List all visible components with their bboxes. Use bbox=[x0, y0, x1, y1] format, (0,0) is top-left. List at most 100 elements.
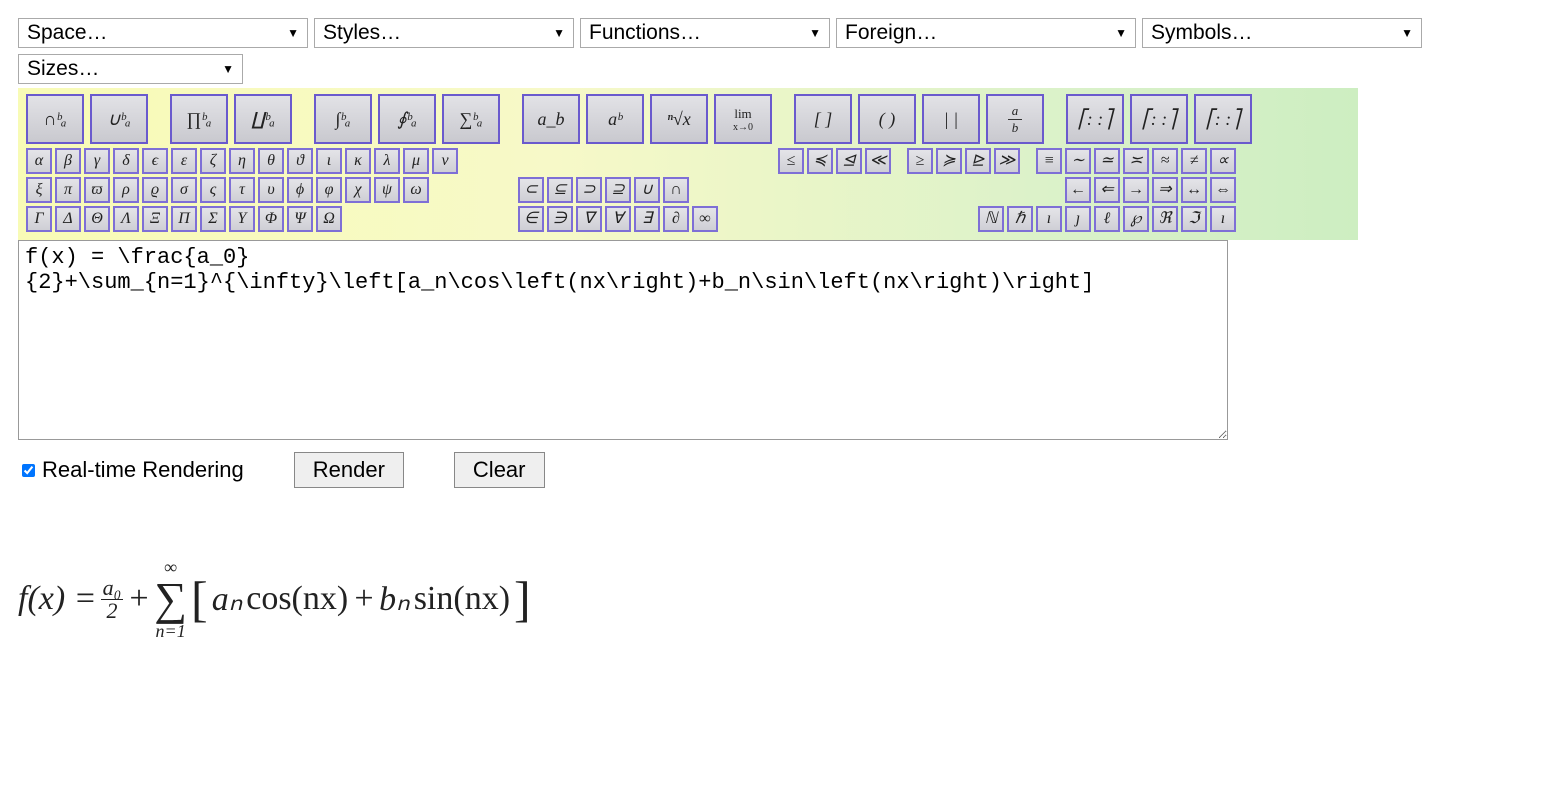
arrow-button-1[interactable]: ⇐ bbox=[1094, 177, 1120, 203]
arrow-button-3[interactable]: ⇒ bbox=[1152, 177, 1178, 203]
greek-uc-button-1[interactable]: Δ bbox=[55, 206, 81, 232]
greek-lc-button-8[interactable]: υ bbox=[258, 177, 284, 203]
arrow-button-4[interactable]: ↔ bbox=[1181, 177, 1207, 203]
greek-lc-button-7[interactable]: η bbox=[229, 148, 255, 174]
bars-button[interactable]: | | bbox=[922, 94, 980, 144]
lim-button[interactable]: limx→0 bbox=[714, 94, 772, 144]
greek-lc-button-5[interactable]: σ bbox=[171, 177, 197, 203]
greek-lc-button-14[interactable]: ν bbox=[432, 148, 458, 174]
arrow-button-2[interactable]: → bbox=[1123, 177, 1149, 203]
special-button-0[interactable]: ℕ bbox=[978, 206, 1004, 232]
rel-eq-button-6[interactable]: ∝ bbox=[1210, 148, 1236, 174]
special-button-5[interactable]: ℘ bbox=[1123, 206, 1149, 232]
rel-eq-button-3[interactable]: ≍ bbox=[1123, 148, 1149, 174]
greek-uc-button-4[interactable]: Ξ bbox=[142, 206, 168, 232]
greek-lc-button-3[interactable]: ρ bbox=[113, 177, 139, 203]
matrix2-button[interactable]: ⎡: :⎤ bbox=[1130, 94, 1188, 144]
elem-button-2[interactable]: ∇ bbox=[576, 206, 602, 232]
rel-eq-button-5[interactable]: ≠ bbox=[1181, 148, 1207, 174]
subscript-button[interactable]: a_b bbox=[522, 94, 580, 144]
greek-lc-button-3[interactable]: δ bbox=[113, 148, 139, 174]
greek-lc-button-10[interactable]: ι bbox=[316, 148, 342, 174]
greek-lc-button-11[interactable]: κ bbox=[345, 148, 371, 174]
greek-lc-button-1[interactable]: π bbox=[55, 177, 81, 203]
greek-lc-button-9[interactable]: ϕ bbox=[287, 177, 313, 203]
rel-eq-button-1[interactable]: ∼ bbox=[1065, 148, 1091, 174]
greek-lc-button-2[interactable]: ϖ bbox=[84, 177, 110, 203]
elem-button-3[interactable]: ∀ bbox=[605, 206, 631, 232]
functions-dropdown[interactable]: Functions… ▼ bbox=[580, 18, 830, 48]
greek-uc-button-8[interactable]: Φ bbox=[258, 206, 284, 232]
matrix3-button[interactable]: ⎡: :⎤ bbox=[1194, 94, 1252, 144]
rel-le-button-2[interactable]: ⊴ bbox=[836, 148, 862, 174]
greek-uc-button-10[interactable]: Ω bbox=[316, 206, 342, 232]
greek-uc-button-3[interactable]: Λ bbox=[113, 206, 139, 232]
greek-lc-button-0[interactable]: α bbox=[26, 148, 52, 174]
rel-eq-button-0[interactable]: ≡ bbox=[1036, 148, 1062, 174]
elem-button-4[interactable]: ∃ bbox=[634, 206, 660, 232]
greek-lc-button-12[interactable]: ψ bbox=[374, 177, 400, 203]
greek-uc-button-2[interactable]: Θ bbox=[84, 206, 110, 232]
rel-le-button-3[interactable]: ≪ bbox=[865, 148, 891, 174]
elem-button-6[interactable]: ∞ bbox=[692, 206, 718, 232]
prod-button[interactable]: ∏ᵇₐ bbox=[170, 94, 228, 144]
arrow-button-5[interactable]: ⇔ bbox=[1210, 177, 1236, 203]
clear-button[interactable]: Clear bbox=[454, 452, 545, 488]
greek-uc-button-5[interactable]: Π bbox=[171, 206, 197, 232]
set-button-4[interactable]: ∪ bbox=[634, 177, 660, 203]
render-button[interactable]: Render bbox=[294, 452, 404, 488]
special-button-1[interactable]: ℏ bbox=[1007, 206, 1033, 232]
rel-eq-button-2[interactable]: ≃ bbox=[1094, 148, 1120, 174]
root-button[interactable]: ⁿ√x bbox=[650, 94, 708, 144]
superscript-button[interactable]: aᵇ bbox=[586, 94, 644, 144]
special-button-8[interactable]: ı bbox=[1210, 206, 1236, 232]
rel-eq-button-4[interactable]: ≈ bbox=[1152, 148, 1178, 174]
special-button-6[interactable]: ℜ bbox=[1152, 206, 1178, 232]
int-button[interactable]: ∫ᵇₐ bbox=[314, 94, 372, 144]
set-button-2[interactable]: ⊃ bbox=[576, 177, 602, 203]
rel-ge-button-3[interactable]: ≫ bbox=[994, 148, 1020, 174]
greek-uc-button-0[interactable]: Γ bbox=[26, 206, 52, 232]
rel-le-button-1[interactable]: ≼ bbox=[807, 148, 833, 174]
greek-lc-button-4[interactable]: ϵ bbox=[142, 148, 168, 174]
arrow-button-0[interactable]: ← bbox=[1065, 177, 1091, 203]
greek-uc-button-6[interactable]: Σ bbox=[200, 206, 226, 232]
greek-lc-button-2[interactable]: γ bbox=[84, 148, 110, 174]
greek-lc-button-7[interactable]: τ bbox=[229, 177, 255, 203]
rel-le-button-0[interactable]: ≤ bbox=[778, 148, 804, 174]
elem-button-0[interactable]: ∈ bbox=[518, 206, 544, 232]
greek-lc-button-10[interactable]: φ bbox=[316, 177, 342, 203]
greek-uc-button-9[interactable]: Ψ bbox=[287, 206, 313, 232]
sum-button[interactable]: ∑ᵇₐ bbox=[442, 94, 500, 144]
set-button-3[interactable]: ⊇ bbox=[605, 177, 631, 203]
rel-ge-button-1[interactable]: ≽ bbox=[936, 148, 962, 174]
realtime-checkbox[interactable] bbox=[22, 464, 35, 477]
greek-lc-button-0[interactable]: ξ bbox=[26, 177, 52, 203]
styles-dropdown[interactable]: Styles… ▼ bbox=[314, 18, 574, 48]
greek-lc-button-8[interactable]: θ bbox=[258, 148, 284, 174]
symbols-dropdown[interactable]: Symbols… ▼ bbox=[1142, 18, 1422, 48]
realtime-label-wrap[interactable]: Real-time Rendering bbox=[18, 457, 244, 483]
special-button-4[interactable]: ℓ bbox=[1094, 206, 1120, 232]
elem-button-5[interactable]: ∂ bbox=[663, 206, 689, 232]
greek-lc-button-11[interactable]: χ bbox=[345, 177, 371, 203]
set-button-1[interactable]: ⊆ bbox=[547, 177, 573, 203]
rel-ge-button-2[interactable]: ⊵ bbox=[965, 148, 991, 174]
greek-lc-button-5[interactable]: ε bbox=[171, 148, 197, 174]
greek-lc-button-12[interactable]: λ bbox=[374, 148, 400, 174]
set-button-0[interactable]: ⊂ bbox=[518, 177, 544, 203]
greek-lc-button-6[interactable]: ς bbox=[200, 177, 226, 203]
elem-button-1[interactable]: ∋ bbox=[547, 206, 573, 232]
greek-uc-button-7[interactable]: Υ bbox=[229, 206, 255, 232]
latex-input[interactable] bbox=[18, 240, 1228, 440]
rel-ge-button-0[interactable]: ≥ bbox=[907, 148, 933, 174]
greek-lc-button-13[interactable]: ω bbox=[403, 177, 429, 203]
frac-button[interactable]: ab bbox=[986, 94, 1044, 144]
special-button-3[interactable]: ȷ bbox=[1065, 206, 1091, 232]
set-button-5[interactable]: ∩ bbox=[663, 177, 689, 203]
foreign-dropdown[interactable]: Foreign… ▼ bbox=[836, 18, 1136, 48]
sizes-dropdown[interactable]: Sizes… ▼ bbox=[18, 54, 243, 84]
coprod-button[interactable]: ∐ᵇₐ bbox=[234, 94, 292, 144]
greek-lc-button-9[interactable]: ϑ bbox=[287, 148, 313, 174]
brackets-button[interactable]: [ ] bbox=[794, 94, 852, 144]
